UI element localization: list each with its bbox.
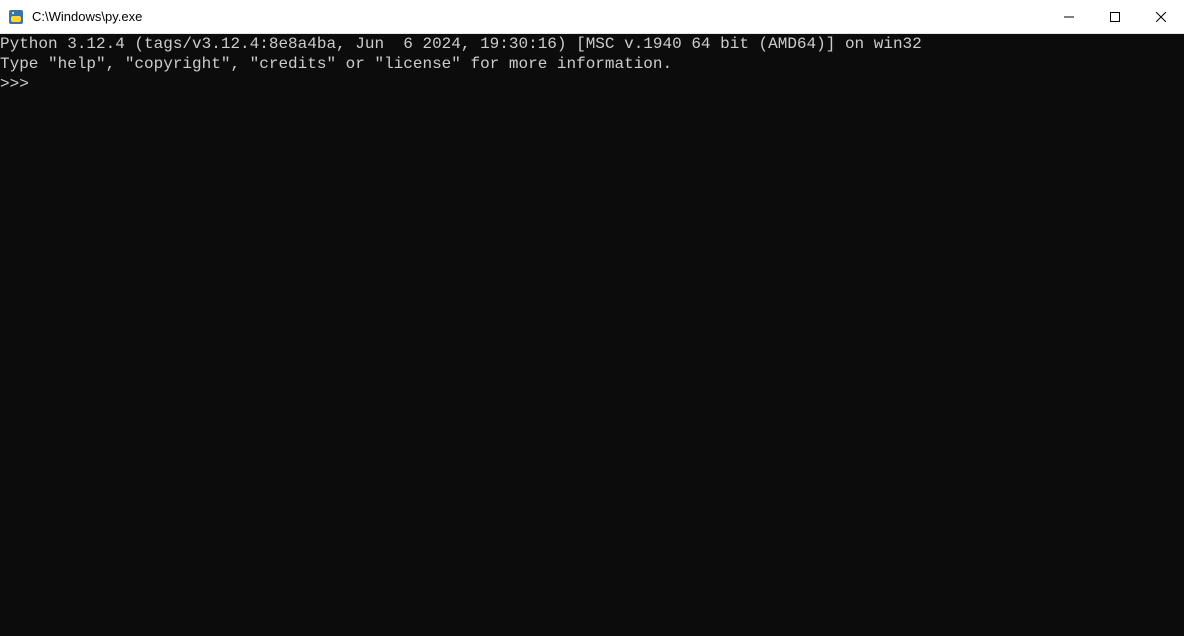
terminal-area[interactable]: Python 3.12.4 (tags/v3.12.4:8e8a4ba, Jun…	[0, 34, 1184, 636]
close-button[interactable]	[1138, 0, 1184, 33]
titlebar: C:\Windows\py.exe	[0, 0, 1184, 34]
window-title: C:\Windows\py.exe	[32, 9, 142, 24]
window-controls	[1046, 0, 1184, 33]
minimize-button[interactable]	[1046, 0, 1092, 33]
python-prompt: >>>	[0, 75, 38, 93]
terminal-output-line: Python 3.12.4 (tags/v3.12.4:8e8a4ba, Jun…	[0, 35, 922, 53]
titlebar-left: C:\Windows\py.exe	[0, 9, 142, 25]
terminal-output-line: Type "help", "copyright", "credits" or "…	[0, 55, 672, 73]
maximize-button[interactable]	[1092, 0, 1138, 33]
python-app-icon	[8, 9, 24, 25]
